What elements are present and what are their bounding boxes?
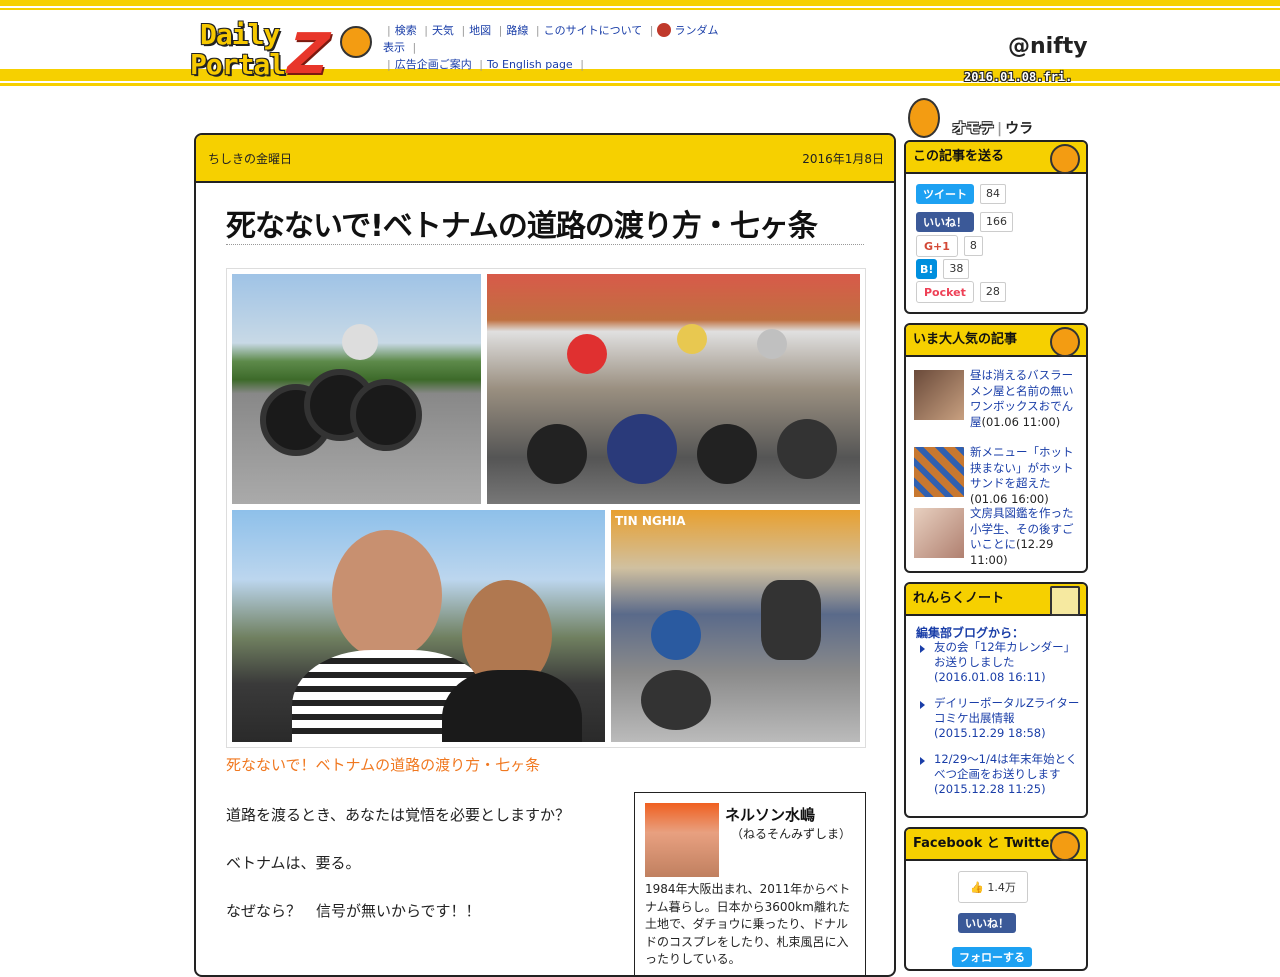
logo-z: Z <box>279 22 338 87</box>
author-kana: （ねるそんみずしま） <box>731 827 852 841</box>
renraku-label: 編集部ブログから： <box>916 626 1025 640</box>
date-badge: 2016.01.08.fri. <box>964 70 1073 84</box>
photo-motorbike-traffic <box>487 274 860 504</box>
nav-weather[interactable]: 天気 <box>432 24 454 37</box>
author-name[interactable]: ネルソン水嶋 <box>725 804 815 825</box>
header-stripe <box>0 0 1280 6</box>
article-header-bar: ちしきの金曜日 2016年1月8日 <box>196 135 894 183</box>
renraku-item-date: (2015.12.28 11:25) <box>934 782 1046 796</box>
thumbs-up-icon: 👍 <box>970 880 984 894</box>
logo-portal: Portal <box>190 48 286 81</box>
renraku-item-date: (2015.12.29 18:58) <box>934 726 1046 740</box>
article-box: ちしきの金曜日 2016年1月8日 死なないで!ベトナムの道路の渡り方・七ヶ条 <box>194 133 896 977</box>
renraku-item-title[interactable]: 友の会「12年カレンダー」お送りしました <box>934 640 1075 669</box>
ura-tab[interactable]: ウラ <box>1005 121 1033 137</box>
nifty-brand[interactable]: @nifty <box>1008 34 1088 59</box>
renraku-note-box: れんらくノート 編集部ブログから： 友の会「12年カレンダー」お送りしました(2… <box>904 582 1088 818</box>
omote-tab[interactable]: オモテ <box>952 121 994 137</box>
mascot-icon <box>1050 144 1080 174</box>
fb-count-value: 1.4万 <box>987 881 1016 894</box>
popular-box-title: いま大人気の記事 <box>913 332 1018 347</box>
nav-english[interactable]: To English page <box>487 58 573 71</box>
popular-thumbnail[interactable] <box>914 508 964 558</box>
nav-ads[interactable]: 広告企画ご案内 <box>395 58 472 71</box>
renraku-item-title[interactable]: 12/29〜1/4は年末年始とくべつ企画をお送りします <box>934 752 1077 781</box>
hatena-count: 38 <box>943 259 970 279</box>
devil-icon <box>657 23 672 37</box>
photo-tire-motorbike <box>232 274 481 504</box>
nav-map[interactable]: 地図 <box>469 24 491 37</box>
omote-ura-switch: オモテ | ウラ <box>908 98 1088 138</box>
author-profile: ネルソン水嶋 （ねるそんみずしま） 1984年大阪出まれ、2011年からベトナム… <box>634 792 866 975</box>
social-box-title: Facebook と Twitter <box>913 836 1056 851</box>
popular-thumbnail[interactable] <box>914 447 964 497</box>
article-paragraph: ベトナムは、要る。 <box>226 854 361 872</box>
nav-about[interactable]: このサイトについて <box>544 24 643 37</box>
facebook-page-like-button[interactable]: いいね！ <box>958 913 1016 933</box>
mascot-icon <box>908 98 940 138</box>
photo-street-crossing: TIN NGHIA <box>611 510 860 742</box>
renraku-item[interactable]: デイリーポータルZライター コミケ出展情報(2015.12.29 18:58) <box>916 696 1080 741</box>
header-stripe <box>0 8 1280 10</box>
author-bio: 1984年大阪出まれ、2011年からベトナム暮らし。日本から3600km離れた土… <box>645 882 851 966</box>
renraku-box-title: れんらくノート <box>913 591 1005 606</box>
share-box-title: この記事を送る <box>913 149 1005 164</box>
nav-route[interactable]: 路線 <box>506 24 528 37</box>
tweet-count: 84 <box>980 184 1006 204</box>
renraku-item-title[interactable]: デイリーポータルZライター コミケ出展情報 <box>934 696 1079 725</box>
notebook-icon <box>1050 586 1080 616</box>
popular-date: (01.06 11:00) <box>981 414 1061 429</box>
mascot-icon <box>340 26 372 58</box>
site-logo[interactable]: Daily Portal Z <box>190 18 380 87</box>
facebook-like-count: 👍 1.4万 <box>958 871 1028 903</box>
google-plus-button[interactable]: G+1 <box>916 235 958 257</box>
renraku-item-date: (2016.01.08 16:11) <box>934 670 1046 684</box>
top-nav: | 検索 | 天気 | 地図 | 路線 | このサイトについて | ランダム表示 | | 広告… <box>383 23 719 71</box>
logo-daily: Daily <box>200 18 280 51</box>
article-date: 2016年1月8日 <box>802 151 884 166</box>
photo-two-people <box>232 510 605 742</box>
renraku-item[interactable]: 12/29〜1/4は年末年始とくべつ企画をお送りします(2015.12.28 1… <box>916 752 1080 797</box>
popular-articles-box: いま大人気の記事 昼は消えるバスラーメン屋と名前の無いワンボックスおでん屋(01… <box>904 323 1088 573</box>
title-divider <box>226 244 864 245</box>
photo-caption: 死なないで！ベトナムの道路の渡り方・七ヶ条 <box>226 756 541 774</box>
hatena-bookmark-button[interactable]: B! <box>916 259 938 279</box>
article-body: 道路を渡るとき、あなたは覚悟を必要としますか？ ベトナムは、要る。 なぜなら？ … <box>226 791 606 935</box>
pocket-button[interactable]: Pocket <box>916 281 974 303</box>
like-count: 166 <box>980 212 1013 232</box>
tweet-button[interactable]: ツイート <box>916 184 974 204</box>
twitter-follow-button[interactable]: フォローする <box>952 947 1032 967</box>
share-box: この記事を送る ツイート 84 いいね！ 166 G+1 8 B! 38 Poc… <box>904 140 1088 314</box>
facebook-like-button[interactable]: いいね！ <box>916 212 974 232</box>
article-title: 死なないで!ベトナムの道路の渡り方・七ヶ条 <box>226 209 818 244</box>
gplus-count: 8 <box>963 236 983 256</box>
article-paragraph: 道路を渡るとき、あなたは覚悟を必要としますか？ <box>226 806 570 824</box>
popular-thumbnail[interactable] <box>914 370 964 420</box>
popular-title[interactable]: 新メニュー「ホット挟まない」がホットサンドを超えた <box>970 445 1074 490</box>
mascot-icon <box>1050 327 1080 357</box>
renraku-item[interactable]: 友の会「12年カレンダー」お送りしました(2016.01.08 16:11) <box>916 640 1080 685</box>
popular-date: (01.06 16:00) <box>970 491 1049 506</box>
article-paragraph: なぜなら？ 信号が無いからです！！ <box>226 902 481 920</box>
nav-search[interactable]: 検索 <box>395 24 417 37</box>
article-series: ちしきの金曜日 <box>208 151 293 166</box>
pocket-count: 28 <box>979 282 1006 302</box>
social-box: Facebook と Twitter 👍 1.4万 いいね！ フォローする <box>904 827 1088 971</box>
article-photo-collage: TIN NGHIA <box>226 268 866 748</box>
mascot-icon <box>1050 831 1080 861</box>
author-photo <box>645 803 719 877</box>
